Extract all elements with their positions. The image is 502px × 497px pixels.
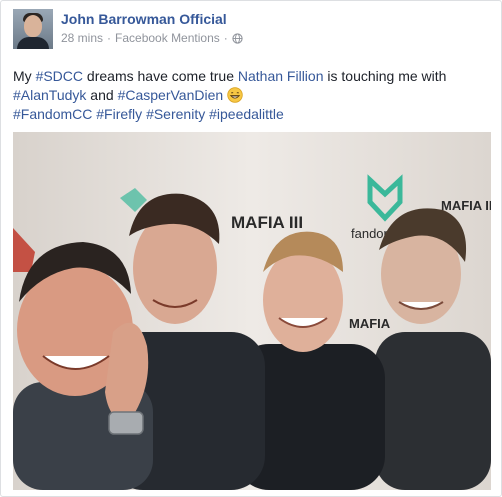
post-subline: 28 mins · Facebook Mentions · [61, 30, 243, 46]
selfie-photo-illustration: MAFIA III fandom MAFIA III MAFIA dom [13, 132, 491, 490]
author-name[interactable]: John Barrowman Official [61, 10, 243, 28]
hashtag-firefly[interactable]: #Firefly [96, 106, 142, 122]
separator: · [223, 31, 228, 45]
post-meta: John Barrowman Official 28 mins · Facebo… [61, 10, 243, 46]
backdrop-logo: MAFIA III [231, 213, 303, 232]
mention-nathan-fillion[interactable]: Nathan Fillion [238, 68, 324, 84]
backdrop-logo: MAFIA [349, 316, 391, 331]
post-timestamp[interactable]: 28 mins [61, 30, 103, 46]
hashtag-serenity[interactable]: #Serenity [146, 106, 205, 122]
post-source[interactable]: Facebook Mentions [115, 30, 220, 46]
hashtag-caspervandien[interactable]: #CasperVanDien [118, 87, 224, 103]
post-text-line-1: My #SDCC dreams have come true Nathan Fi… [13, 68, 447, 84]
post-text: My #SDCC dreams have come true Nathan Fi… [13, 67, 491, 124]
facebook-post: John Barrowman Official 28 mins · Facebo… [0, 0, 502, 497]
globe-icon[interactable] [232, 32, 243, 44]
backdrop-logo: MAFIA III [441, 198, 491, 213]
post-text-line-2: #AlanTudyk and #CasperVanDien [13, 86, 491, 105]
post-text-line-3: #FandomCC #Firefly #Serenity #ipeedalitt… [13, 105, 491, 124]
avatar[interactable] [13, 9, 53, 49]
separator: · [107, 31, 112, 45]
hashtag-ipeedalittle[interactable]: #ipeedalittle [209, 106, 284, 122]
post-photo[interactable]: MAFIA III fandom MAFIA III MAFIA dom [13, 132, 491, 490]
grinning-face-icon [227, 87, 243, 103]
hashtag-alantudyk[interactable]: #AlanTudyk [13, 87, 86, 103]
hashtag-fandomcc[interactable]: #FandomCC [13, 106, 92, 122]
post-header: John Barrowman Official 28 mins · Facebo… [13, 9, 243, 49]
hashtag-sdcc[interactable]: #SDCC [36, 68, 83, 84]
